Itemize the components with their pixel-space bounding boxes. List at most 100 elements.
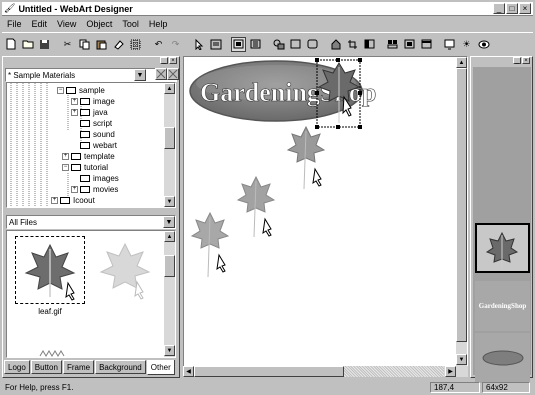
- group-icon[interactable]: [402, 37, 417, 52]
- crop-icon[interactable]: [345, 37, 360, 52]
- expand-icon[interactable]: +: [71, 98, 78, 105]
- object-thumb-banner-text[interactable]: GardeningShop: [475, 281, 530, 331]
- window-icon[interactable]: [419, 37, 434, 52]
- save-icon[interactable]: [37, 37, 52, 52]
- menu-edit[interactable]: Edit: [27, 19, 53, 29]
- tab-background[interactable]: Background: [95, 360, 146, 374]
- materials-delete-button[interactable]: [167, 68, 179, 80]
- expand-icon[interactable]: +: [71, 109, 78, 116]
- panel-minimize-button[interactable]: _: [160, 57, 168, 64]
- object-thumb-leaf[interactable]: [475, 223, 530, 273]
- pointer-icon[interactable]: [191, 37, 206, 52]
- expand-icon[interactable]: +: [71, 186, 78, 193]
- tree-item-label: webart: [93, 141, 118, 150]
- folder-icon: [80, 98, 90, 105]
- folder-tree[interactable]: − sample + image + java script sound web…: [6, 82, 176, 208]
- materials-options-button[interactable]: [155, 68, 167, 80]
- image-icon[interactable]: [328, 37, 343, 52]
- open-icon[interactable]: [20, 37, 35, 52]
- tree-item-sample[interactable]: − sample: [57, 85, 105, 96]
- expand-icon[interactable]: +: [51, 197, 58, 204]
- tree-item-script[interactable]: script: [80, 118, 112, 129]
- undo-icon[interactable]: ↶: [151, 37, 166, 52]
- design-canvas[interactable]: GardeningShop ▲ ▼: [183, 56, 468, 367]
- scroll-left-icon[interactable]: ◀: [183, 366, 194, 377]
- monitor-icon[interactable]: [442, 37, 457, 52]
- maximize-button[interactable]: □: [506, 3, 518, 14]
- eye-icon[interactable]: [476, 37, 491, 52]
- collapse-icon[interactable]: −: [57, 87, 64, 94]
- folder-icon: [71, 153, 81, 160]
- scroll-thumb[interactable]: [164, 255, 175, 277]
- tree-item-image[interactable]: + image: [71, 96, 115, 107]
- tab-button[interactable]: Button: [30, 360, 62, 374]
- sun-icon[interactable]: ☀: [459, 37, 474, 52]
- panel-minimize-button[interactable]: _: [513, 57, 521, 64]
- tree-item-movies[interactable]: + movies: [71, 184, 118, 195]
- scroll-right-icon[interactable]: ▶: [445, 366, 456, 377]
- combo-dropdown-icon[interactable]: ▼: [163, 216, 175, 228]
- scroll-up-icon[interactable]: ▲: [164, 231, 175, 242]
- scroll-thumb[interactable]: [194, 366, 344, 377]
- toolbar: ✂ ↶ ↷ ☀: [2, 34, 533, 54]
- crop2-icon[interactable]: [362, 37, 377, 52]
- tree-item-template[interactable]: + template: [62, 151, 115, 162]
- rounded-rect-icon[interactable]: [305, 37, 320, 52]
- category-tabs: Logo Button Frame Background Other: [4, 360, 178, 376]
- expand-icon[interactable]: +: [62, 153, 69, 160]
- shapes-icon[interactable]: [271, 37, 286, 52]
- scroll-down-icon[interactable]: ▼: [164, 345, 175, 356]
- minimize-button[interactable]: _: [493, 3, 505, 14]
- menu-tool[interactable]: Tool: [117, 19, 144, 29]
- tree-scrollbar[interactable]: ▲ ▼: [164, 83, 175, 207]
- panel-close-button[interactable]: ×: [169, 57, 177, 64]
- objects-list[interactable]: GardeningShop: [473, 67, 531, 383]
- eraser-icon[interactable]: [111, 37, 126, 52]
- menu-help[interactable]: Help: [144, 19, 173, 29]
- scroll-down-icon[interactable]: ▼: [456, 354, 467, 365]
- combo-dropdown-icon[interactable]: ▼: [134, 69, 146, 81]
- file-item-selected[interactable]: [15, 236, 85, 304]
- cut-icon[interactable]: ✂: [60, 37, 75, 52]
- layers-icon[interactable]: [248, 37, 263, 52]
- grid-icon[interactable]: [128, 37, 143, 52]
- collapse-icon[interactable]: −: [62, 164, 69, 171]
- file-filter-combo[interactable]: All Files ▼: [6, 215, 176, 229]
- object-thumb-ellipse[interactable]: [475, 333, 530, 383]
- tree-item-tutorial[interactable]: − tutorial: [62, 162, 108, 173]
- tree-item-icoout[interactable]: + Icoout: [51, 195, 95, 206]
- tree-item-java[interactable]: + java: [71, 107, 108, 118]
- frame-icon[interactable]: [231, 36, 246, 52]
- redo-icon[interactable]: ↷: [168, 37, 183, 52]
- file-thumbnails[interactable]: leaf.gif ▲ ▼: [6, 230, 176, 358]
- menu-file[interactable]: File: [2, 19, 27, 29]
- status-bar: For Help, press F1. 187,4 64x92: [2, 381, 533, 393]
- tab-frame[interactable]: Frame: [62, 360, 95, 374]
- copy-icon[interactable]: [77, 37, 92, 52]
- rect-icon[interactable]: [288, 37, 303, 52]
- panel-close-button[interactable]: ×: [522, 57, 530, 64]
- tab-logo[interactable]: Logo: [4, 360, 30, 374]
- new-icon[interactable]: [3, 37, 18, 52]
- scroll-track[interactable]: [344, 366, 444, 377]
- scroll-up-icon[interactable]: ▲: [164, 83, 175, 94]
- scroll-down-icon[interactable]: ▼: [164, 196, 175, 207]
- menu-view[interactable]: View: [52, 19, 81, 29]
- paste-icon[interactable]: [94, 37, 109, 52]
- file-scrollbar[interactable]: ▲ ▼: [164, 231, 175, 357]
- canvas-vscrollbar[interactable]: ▲ ▼: [456, 57, 467, 366]
- select-icon[interactable]: [208, 37, 223, 52]
- align-icon[interactable]: [385, 37, 400, 52]
- tab-other[interactable]: Other: [146, 360, 175, 375]
- scroll-up-icon[interactable]: ▲: [456, 57, 467, 68]
- tree-item-sound[interactable]: sound: [80, 129, 115, 140]
- file-item-preview[interactable]: [97, 236, 157, 304]
- scroll-thumb[interactable]: [164, 127, 175, 149]
- scroll-thumb[interactable]: [456, 68, 467, 342]
- menu-object[interactable]: Object: [81, 19, 117, 29]
- tree-item-webart[interactable]: webart: [80, 140, 117, 151]
- materials-combo[interactable]: * Sample Materials ▼: [5, 68, 177, 82]
- tree-item-images[interactable]: images: [80, 173, 119, 184]
- canvas-hscrollbar[interactable]: ◀ ▶: [183, 366, 468, 377]
- close-button[interactable]: ×: [519, 3, 531, 14]
